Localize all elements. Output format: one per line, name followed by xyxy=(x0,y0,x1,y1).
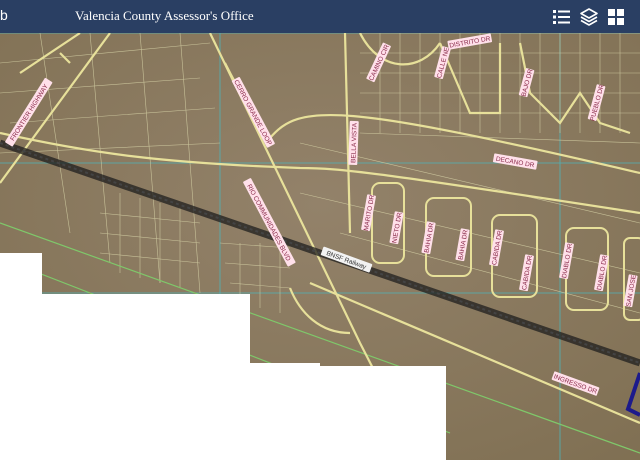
map-canvas[interactable]: FRONTIER HIGHWAY CERRO GRANDE LOOP RIO C… xyxy=(0,33,640,460)
legend-list-icon[interactable] xyxy=(551,6,573,28)
svg-text:BELLA VISTA: BELLA VISTA xyxy=(350,122,358,163)
basemap-gallery-icon[interactable] xyxy=(605,6,627,28)
app-logo: b xyxy=(0,7,8,23)
app-title: Valencia County Assessor's Office xyxy=(75,8,254,23)
layers-icon[interactable] xyxy=(578,6,600,28)
app-header: b Valencia County Assessor's Office xyxy=(0,0,640,33)
map-view[interactable]: FRONTIER HIGHWAY CERRO GRANDE LOOP RIO C… xyxy=(0,33,640,460)
label-bella-vista: BELLA VISTA xyxy=(348,120,359,166)
